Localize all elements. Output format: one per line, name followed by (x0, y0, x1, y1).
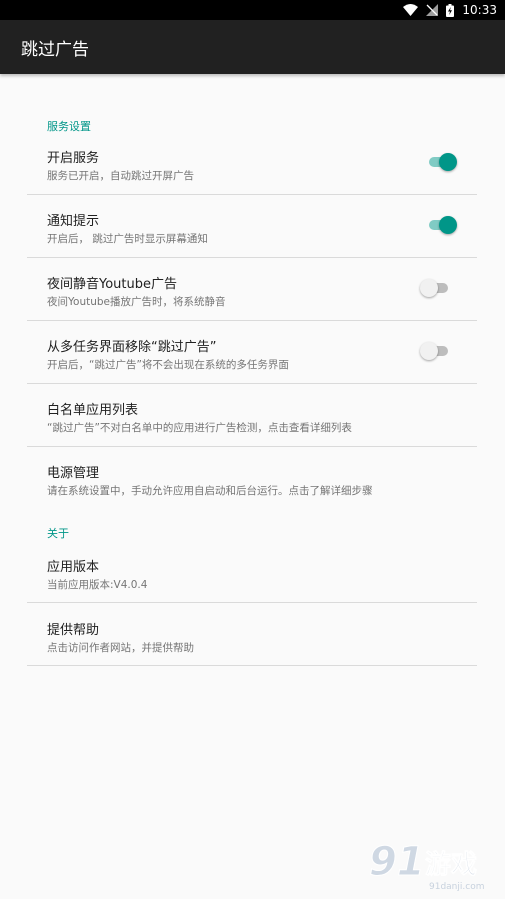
pref-title: 从多任务界面移除“跳过广告” (47, 340, 217, 355)
pref-title: 开启服务 (47, 151, 100, 166)
app-title: 跳过广告 (21, 39, 89, 60)
settings-list: 服务设置 开启服务 服务已开启，自动跳过开屏广告 通知提示 开启后， 跳过广告时… (0, 74, 505, 899)
pref-enable-service[interactable]: 开启服务 服务已开启，自动跳过开屏广告 (27, 147, 477, 195)
notification-switch[interactable] (427, 215, 457, 235)
pref-help[interactable]: 提供帮助 点击访问作者网站，并提供帮助 (27, 619, 477, 666)
pref-summary: 夜间Youtube播放广告时，将系统静音 (47, 296, 226, 308)
pref-title: 夜间静音Youtube广告 (47, 277, 177, 292)
pref-summary: 服务已开启，自动跳过开屏广告 (47, 170, 194, 182)
mute-youtube-switch[interactable] (420, 278, 450, 298)
pref-whitelist[interactable]: 白名单应用列表 “跳过广告”不对白名单中的应用进行广告检测，点击查看详细列表 (27, 399, 477, 447)
pref-summary: “跳过广告”不对白名单中的应用进行广告检测，点击查看详细列表 (47, 422, 352, 434)
pref-title: 通知提示 (47, 214, 100, 229)
pref-title: 应用版本 (47, 560, 100, 575)
svg-text:91danji.com: 91danji.com (429, 882, 484, 892)
pref-summary: 开启后，“跳过广告”将不会出现在系统的多任务界面 (47, 359, 289, 371)
status-time: 10:33 (462, 3, 497, 17)
pref-title: 电源管理 (47, 466, 100, 481)
enable-service-switch[interactable] (427, 152, 457, 172)
app-bar: 跳过广告 (0, 20, 505, 74)
status-bar: 10:33 (0, 0, 505, 20)
pref-summary: 当前应用版本:V4.0.4 (47, 579, 148, 591)
no-signal-icon (426, 4, 439, 16)
svg-text:游戏: 游戏 (425, 850, 477, 880)
pref-title: 提供帮助 (47, 623, 100, 638)
pref-version[interactable]: 应用版本 当前应用版本:V4.0.4 (27, 556, 477, 603)
pref-summary: 点击访问作者网站，并提供帮助 (47, 642, 194, 654)
wifi-icon (403, 4, 419, 16)
pref-power[interactable]: 电源管理 请在系统设置中，手动允许应用自启动和后台运行。点击了解详细步骤 (27, 462, 477, 502)
pref-summary: 开启后， 跳过广告时显示屏幕通知 (47, 233, 208, 245)
pref-title: 白名单应用列表 (47, 403, 139, 418)
pref-summary: 请在系统设置中，手动允许应用自启动和后台运行。点击了解详细步骤 (47, 485, 373, 497)
section-header-about: 关于 (47, 527, 69, 540)
battery-charging-icon (446, 3, 455, 17)
pref-hide-recents[interactable]: 从多任务界面移除“跳过广告” 开启后，“跳过广告”将不会出现在系统的多任务界面 (27, 336, 477, 384)
pref-notification[interactable]: 通知提示 开启后， 跳过广告时显示屏幕通知 (27, 210, 477, 258)
watermark-logo: 91 游戏 91danji.com (369, 835, 499, 895)
pref-mute-youtube[interactable]: 夜间静音Youtube广告 夜间Youtube播放广告时，将系统静音 (27, 273, 477, 321)
hide-recents-switch[interactable] (420, 341, 450, 361)
svg-text:91: 91 (369, 839, 425, 885)
section-header-service: 服务设置 (47, 120, 91, 133)
